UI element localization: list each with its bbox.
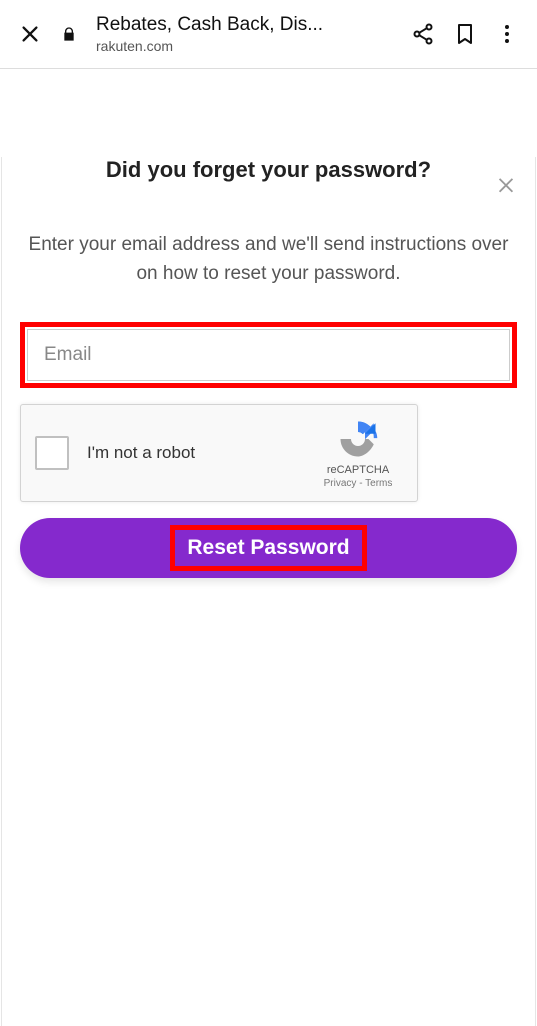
- page-content: Did you forget your password? Enter your…: [0, 68, 537, 938]
- share-icon[interactable]: [411, 22, 435, 46]
- recaptcha-checkbox[interactable]: [35, 436, 69, 470]
- reset-password-button[interactable]: Reset Password: [20, 518, 517, 578]
- email-input-highlight: [20, 322, 517, 388]
- bookmark-icon[interactable]: [453, 22, 477, 46]
- recaptcha-widget: I'm not a robot reCAPTCHA Privacy - Term…: [20, 404, 418, 502]
- more-menu-icon[interactable]: [495, 22, 519, 46]
- reset-label-highlight: Reset Password: [170, 525, 366, 571]
- recaptcha-links: Privacy - Terms: [313, 478, 403, 489]
- close-tab-icon[interactable]: [18, 22, 42, 46]
- modal-close-icon[interactable]: [495, 173, 519, 197]
- url-block[interactable]: Rebates, Cash Back, Dis... rakuten.com: [96, 14, 393, 54]
- recaptcha-branding: reCAPTCHA Privacy - Terms: [313, 418, 403, 489]
- recaptcha-terms-link[interactable]: Terms: [365, 478, 392, 489]
- modal-subtext: Enter your email address and we'll send …: [2, 231, 535, 288]
- reset-password-label: Reset Password: [187, 536, 349, 559]
- email-field[interactable]: [27, 329, 510, 381]
- modal-heading: Did you forget your password?: [2, 157, 535, 183]
- recaptcha-brand-text: reCAPTCHA: [313, 464, 403, 476]
- recaptcha-privacy-link[interactable]: Privacy: [324, 478, 357, 489]
- page-title: Rebates, Cash Back, Dis...: [96, 14, 393, 36]
- domain-text: rakuten.com: [96, 38, 393, 54]
- recaptcha-logo-icon: [337, 418, 379, 460]
- recaptcha-label: I'm not a robot: [87, 443, 313, 463]
- browser-bar: Rebates, Cash Back, Dis... rakuten.com: [0, 0, 537, 68]
- recaptcha-separator: -: [359, 478, 362, 489]
- lock-icon: [60, 25, 78, 43]
